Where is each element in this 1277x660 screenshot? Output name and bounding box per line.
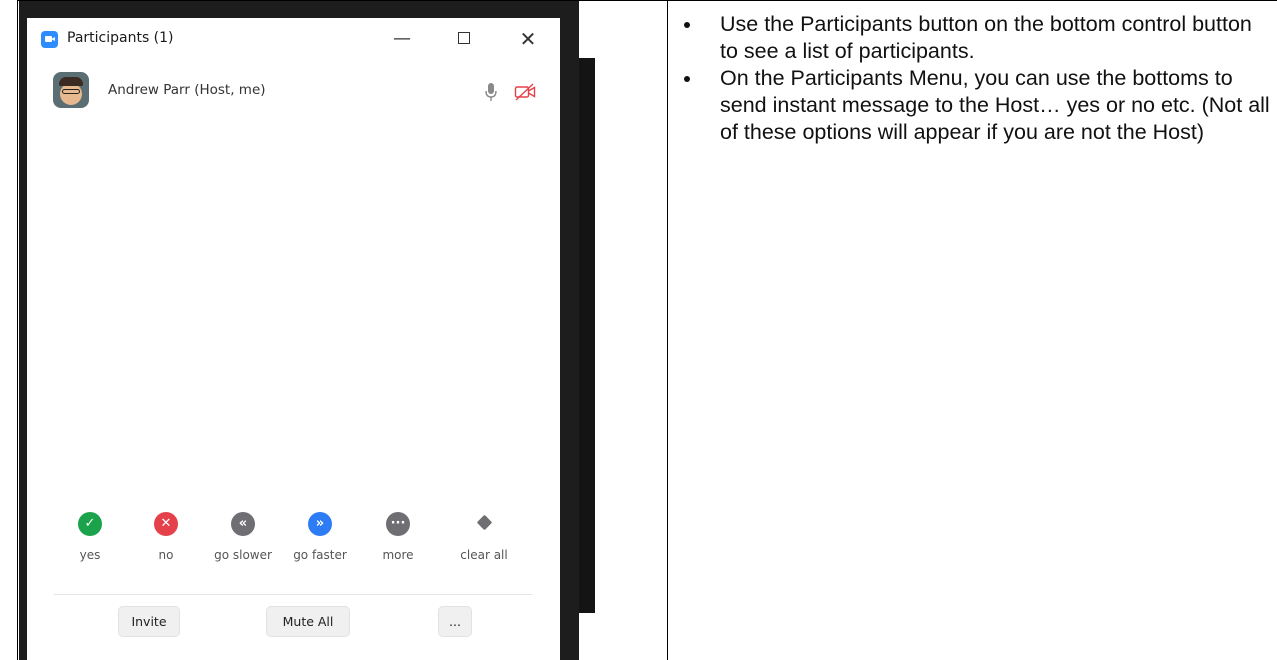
participants-window: Participants (1) — ✕ Andrew Parr (Host, … (27, 18, 560, 660)
invite-button[interactable]: Invite (118, 606, 180, 637)
list-item-text: Use the Participants button on the botto… (720, 12, 1252, 63)
microphone-icon[interactable] (484, 82, 498, 102)
reaction-go-faster[interactable]: » go faster (280, 512, 360, 562)
list-item-text: On the Participants Menu, you can use th… (720, 66, 1270, 144)
mute-all-button[interactable]: Mute All (266, 606, 350, 637)
table-column-divider (667, 0, 668, 660)
reaction-label: clear all (460, 548, 508, 562)
close-button[interactable]: ✕ (513, 26, 543, 52)
bullet-icon (684, 76, 690, 82)
list-item: On the Participants Menu, you can use th… (684, 65, 1274, 146)
reaction-label: go faster (293, 548, 347, 562)
reaction-label: yes (79, 548, 101, 562)
zoom-app-icon (41, 31, 58, 48)
list-item: Use the Participants button on the botto… (684, 11, 1274, 65)
instructions-list: Use the Participants button on the botto… (684, 11, 1274, 146)
avatar (53, 72, 89, 108)
check-icon: ✓ (78, 512, 102, 536)
video-off-icon[interactable] (514, 83, 536, 101)
dark-background-strip (579, 58, 595, 613)
reaction-clear-all[interactable]: clear all (444, 512, 524, 562)
eraser-icon (477, 515, 492, 530)
maximize-button[interactable] (449, 26, 479, 52)
reaction-label: go slower (214, 548, 272, 562)
rewind-icon: « (231, 512, 255, 536)
participant-row[interactable]: Andrew Parr (Host, me) (27, 70, 560, 114)
footer-divider (54, 594, 532, 595)
participant-name: Andrew Parr (Host, me) (108, 82, 266, 98)
reaction-no[interactable]: ✕ no (126, 512, 206, 562)
x-icon: ✕ (154, 512, 178, 536)
reaction-go-slower[interactable]: « go slower (203, 512, 283, 562)
minimize-button[interactable]: — (387, 26, 417, 52)
window-title: Participants (1) (67, 30, 174, 46)
reaction-more[interactable]: ··· more (358, 512, 438, 562)
nonverbal-feedback-bar: ✓ yes ✕ no « go slower » go faster ··· m… (27, 512, 560, 582)
maximize-icon (458, 31, 470, 44)
window-titlebar[interactable]: Participants (1) — ✕ (27, 18, 560, 58)
reaction-label: no (158, 548, 174, 562)
ellipsis-icon: ··· (386, 512, 410, 536)
more-options-button[interactable]: ... (438, 606, 472, 637)
fast-forward-icon: » (308, 512, 332, 536)
bullet-icon (684, 22, 690, 28)
reaction-label: more (382, 548, 414, 562)
reaction-yes[interactable]: ✓ yes (50, 512, 130, 562)
